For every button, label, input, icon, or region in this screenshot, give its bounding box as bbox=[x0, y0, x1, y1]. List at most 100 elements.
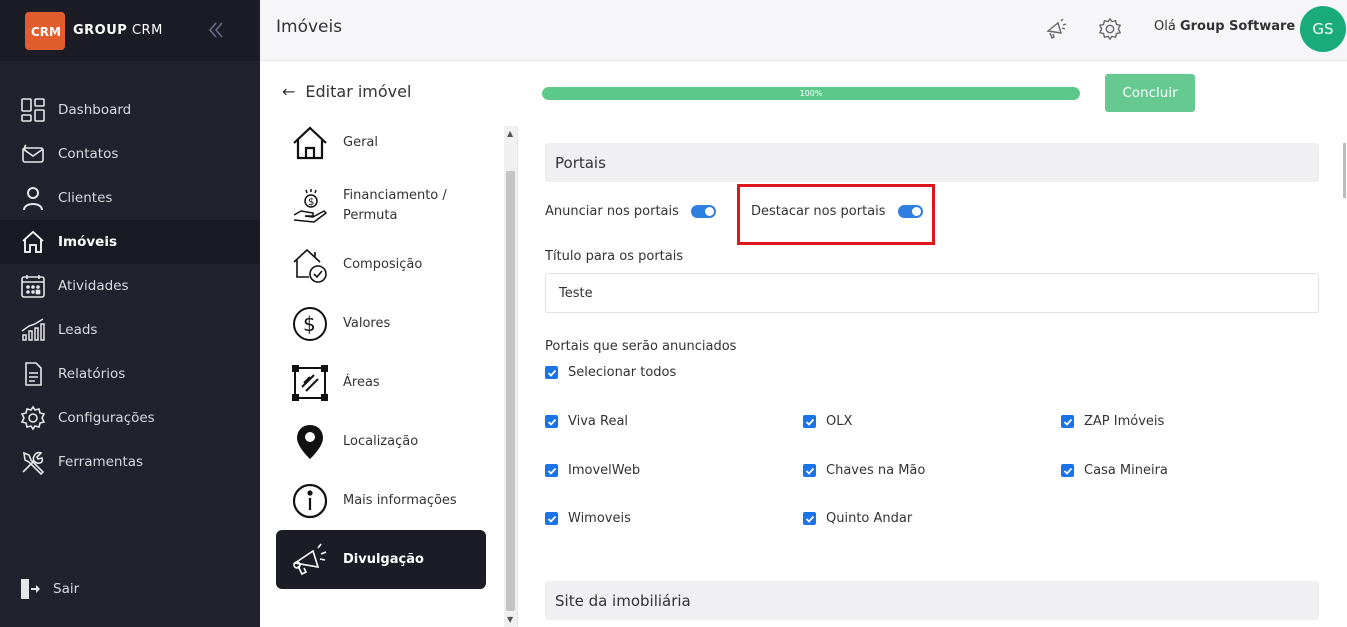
sidebar-item-atividades[interactable]: Atividades bbox=[0, 264, 260, 308]
finish-button[interactable]: Concluir bbox=[1105, 74, 1195, 112]
location-pin-icon bbox=[290, 422, 330, 462]
sidebar-item-label: Contatos bbox=[58, 146, 119, 162]
checkbox-checked-icon bbox=[1061, 415, 1074, 428]
announce-toggle-label: Anunciar nos portais bbox=[545, 204, 679, 219]
section-label: Áreas bbox=[343, 375, 380, 390]
scroll-down-icon[interactable]: ▼ bbox=[507, 615, 513, 624]
checkbox-checked-icon bbox=[803, 464, 816, 477]
checkbox-label: Wimoveis bbox=[568, 511, 631, 526]
calendar-icon bbox=[19, 272, 47, 300]
sidebar-item-label: Imóveis bbox=[58, 234, 117, 250]
select-all-checkbox[interactable]: Selecionar todos bbox=[545, 365, 676, 380]
sidebar-item-contatos[interactable]: Contatos bbox=[0, 132, 260, 176]
announcements-icon[interactable] bbox=[1043, 16, 1069, 42]
sidebar-nav: Dashboard Contatos Clientes Imóveis Ativ… bbox=[0, 88, 260, 484]
checkbox-label: Quinto Andar bbox=[826, 511, 913, 526]
sidebar-item-label: Dashboard bbox=[58, 102, 132, 118]
portal-checkbox-viva-real[interactable]: Viva Real bbox=[545, 414, 628, 429]
sidebar-item-label: Leads bbox=[58, 322, 98, 338]
svg-text:$: $ bbox=[308, 197, 314, 208]
portal-checkbox-zap[interactable]: ZAP Imóveis bbox=[1061, 414, 1164, 429]
checkbox-checked-icon bbox=[545, 512, 558, 525]
sidebar-item-label: Configurações bbox=[58, 410, 155, 426]
portal-checkbox-chaves-na-mao[interactable]: Chaves na Mão bbox=[803, 463, 925, 478]
site-heading: Site da imobiliária bbox=[545, 581, 1319, 620]
section-areas[interactable]: Áreas bbox=[276, 353, 486, 412]
sidebar-item-ferramentas[interactable]: Ferramentas bbox=[0, 440, 260, 484]
checkbox-checked-icon bbox=[1061, 464, 1074, 477]
section-divulgacao[interactable]: Divulgação bbox=[276, 530, 486, 589]
sidebar-item-label: Clientes bbox=[58, 190, 113, 206]
user-greeting: Olá Group Software bbox=[1154, 19, 1296, 34]
sidebar-item-relatorios[interactable]: Relatórios bbox=[0, 352, 260, 396]
settings-gear-icon[interactable] bbox=[1097, 16, 1123, 42]
area-icon bbox=[290, 363, 330, 403]
portal-checkbox-olx[interactable]: OLX bbox=[803, 414, 852, 429]
document-icon bbox=[19, 360, 47, 388]
avatar[interactable]: GS bbox=[1300, 6, 1346, 52]
section-mais-informacoes[interactable]: Mais informações bbox=[276, 471, 486, 530]
collapse-sidebar-icon[interactable] bbox=[204, 18, 228, 42]
brand-name: GROUP CRM bbox=[73, 23, 163, 38]
sidebar-item-dashboard[interactable]: Dashboard bbox=[0, 88, 260, 132]
section-label: Localização bbox=[343, 434, 419, 449]
section-composicao[interactable]: Composição bbox=[276, 235, 486, 294]
gear-icon bbox=[19, 404, 47, 432]
page-scrollbar[interactable] bbox=[1343, 143, 1346, 198]
page-title: Imóveis bbox=[276, 17, 343, 37]
logout-label: Sair bbox=[53, 581, 80, 597]
top-header: Imóveis Olá Group Software GS bbox=[260, 0, 1347, 61]
brand-logo: CRM bbox=[25, 11, 65, 50]
progress-bar: 100% bbox=[542, 87, 1080, 100]
checkbox-checked-icon bbox=[545, 366, 558, 379]
section-scrollbar[interactable]: ▲ ▼ bbox=[504, 126, 517, 627]
checkbox-label: Casa Mineira bbox=[1084, 463, 1168, 478]
back-to-list[interactable]: ← Editar imóvel bbox=[282, 82, 411, 101]
svg-text:$: $ bbox=[303, 312, 316, 336]
portal-checkbox-wimoveis[interactable]: Wimoveis bbox=[545, 511, 631, 526]
chart-icon bbox=[19, 316, 47, 344]
announce-toggle[interactable] bbox=[690, 205, 716, 218]
progress-label: 100% bbox=[799, 89, 823, 98]
logout-button[interactable]: Sair bbox=[19, 576, 79, 602]
portal-title-input[interactable] bbox=[545, 273, 1319, 313]
portal-checkbox-quinto-andar[interactable]: Quinto Andar bbox=[803, 511, 912, 526]
sidebar-item-leads[interactable]: Leads bbox=[0, 308, 260, 352]
scroll-up-icon[interactable]: ▲ bbox=[507, 129, 513, 138]
checkbox-label: ZAP Imóveis bbox=[1084, 414, 1165, 429]
sidebar-item-clientes[interactable]: Clientes bbox=[0, 176, 260, 220]
section-list: Geral $ Financiamento / Permuta Composiç… bbox=[260, 126, 504, 627]
section-label: Divulgação bbox=[343, 552, 424, 567]
scroll-thumb[interactable] bbox=[506, 171, 515, 611]
section-valores[interactable]: $ Valores bbox=[276, 294, 486, 353]
home-icon bbox=[19, 228, 47, 256]
portal-checkbox-casa-mineira[interactable]: Casa Mineira bbox=[1061, 463, 1168, 478]
dollar-circle-icon: $ bbox=[290, 304, 330, 344]
section-geral[interactable]: Geral bbox=[276, 126, 486, 172]
info-icon bbox=[290, 481, 330, 521]
portal-checkbox-imovelweb[interactable]: ImovelWeb bbox=[545, 463, 640, 478]
announce-toggle-row[interactable]: Anunciar nos portais bbox=[545, 204, 716, 219]
portais-heading: Portais bbox=[545, 143, 1319, 182]
checkbox-checked-icon bbox=[545, 415, 558, 428]
megaphone-icon bbox=[290, 540, 330, 580]
checkbox-checked-icon bbox=[803, 415, 816, 428]
svg-text:CRM: CRM bbox=[31, 25, 60, 39]
user-icon bbox=[19, 184, 47, 212]
sidebar-item-configuracoes[interactable]: Configurações bbox=[0, 396, 260, 440]
annotation-highlight bbox=[737, 184, 935, 245]
section-financiamento[interactable]: $ Financiamento / Permuta bbox=[276, 176, 486, 235]
section-label: Composição bbox=[343, 257, 423, 272]
section-label: Geral bbox=[343, 135, 378, 150]
progress-fill: 100% bbox=[542, 87, 1080, 100]
checkbox-label: OLX bbox=[826, 414, 853, 429]
section-label: Valores bbox=[343, 316, 391, 331]
sidebar-item-label: Ferramentas bbox=[58, 454, 144, 470]
section-localizacao[interactable]: Localização bbox=[276, 412, 486, 471]
house-icon bbox=[290, 126, 330, 163]
sidebar-item-imoveis[interactable]: Imóveis bbox=[0, 220, 260, 264]
checkbox-label: ImovelWeb bbox=[568, 463, 641, 478]
logout-icon bbox=[19, 576, 41, 602]
checkbox-label: Selecionar todos bbox=[568, 365, 677, 380]
divider bbox=[517, 126, 518, 627]
